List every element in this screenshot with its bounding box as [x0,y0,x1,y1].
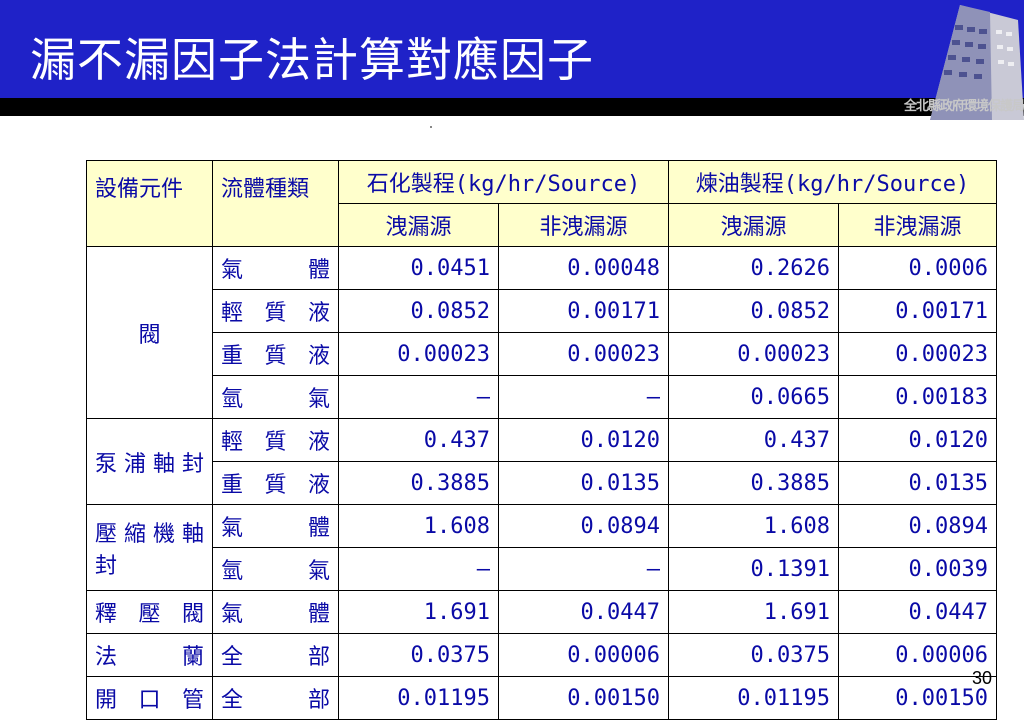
value-cell: 1.608 [338,504,499,548]
header-petrochem: 石化製程(kg/hr/Source) [338,160,669,204]
value-cell: 0.0135 [838,461,997,505]
table-row: 開口管 全部 0.01195 0.00150 0.01195 0.00150 [86,676,997,720]
value-cell: 0.01195 [668,676,839,720]
header-fluid-type: 流體種類 [212,160,339,247]
stray-dot [430,126,432,128]
value-cell: 0.00150 [498,676,669,720]
value-cell: 0.00023 [498,332,669,376]
value-cell: 0.2626 [668,246,839,290]
fluid-cell: 重質液 [212,461,339,505]
value-cell: 0.0375 [668,633,839,677]
table-row: 釋壓閥 氣 體 1.691 0.0447 1.691 0.0447 [86,590,997,634]
value-cell: 0.0852 [338,289,499,333]
value-cell: 0.0894 [498,504,669,548]
value-cell: 0.3885 [668,461,839,505]
table-row: 重質液 0.00023 0.00023 0.00023 0.00023 [87,332,997,376]
value-cell: 0.0447 [838,590,997,634]
header-refining: 煉油製程(kg/hr/Source) [668,160,997,204]
logo-caption: 全北縣政府環境保護局 [903,99,1024,114]
value-cell: 0.0447 [498,590,669,634]
title-bar: 漏不漏因子法計算對應因子 [0,0,1024,98]
value-cell: 0.1391 [668,547,839,591]
header-refining-nonleak: 非洩漏源 [838,203,997,247]
value-cell: 1.608 [668,504,839,548]
page-number: 30 [972,668,993,688]
value-cell: 0.0120 [498,418,669,462]
equipment-cell: 閥 [86,246,213,419]
value-cell: 0.0852 [668,289,839,333]
value-cell: 1.691 [668,590,839,634]
fluid-cell: 全部 [212,633,339,677]
value-cell: 0.0039 [838,547,997,591]
fluid-cell: 氣 體 [212,590,339,634]
value-cell: — [338,375,499,419]
value-cell: 0.0665 [668,375,839,419]
header-petrochem-leak: 洩漏源 [338,203,499,247]
value-cell: 0.0451 [338,246,499,290]
value-cell: 0.0894 [838,504,997,548]
value-cell: 0.0006 [838,246,997,290]
value-cell: 0.01195 [338,676,499,720]
table-row: 壓縮機軸封 氣 體 1.608 0.0894 1.608 0.0894 [86,504,997,591]
header-petrochem-nonleak: 非洩漏源 [498,203,669,247]
value-cell: 0.00171 [838,289,997,333]
fluid-cell: 氣 體 [212,504,339,548]
table-row: 氫 氣 — — 0.0665 0.00183 [87,375,997,419]
value-cell: 0.00183 [838,375,997,419]
header-equipment: 設備元件 [86,160,213,247]
value-cell: 0.0375 [338,633,499,677]
value-cell: 0.00048 [498,246,669,290]
table-row: 泵浦軸封 輕質液 0.437 0.0120 0.437 0.0120 [86,418,997,505]
fluid-cell: 全部 [212,676,339,720]
value-cell: 0.00023 [838,332,997,376]
value-cell: 0.00023 [668,332,839,376]
value-cell: 0.0120 [838,418,997,462]
value-cell: — [498,547,669,591]
fluid-cell: 氫 氣 [212,375,339,419]
fluid-cell: 氫 氣 [212,547,339,591]
value-cell: 0.0135 [498,461,669,505]
value-cell: 0.437 [668,418,839,462]
value-cell: — [338,547,499,591]
value-cell: 0.00023 [338,332,499,376]
table-row: 重質液 0.3885 0.0135 0.3885 0.0135 [87,461,997,505]
header-refining-leak: 洩漏源 [668,203,839,247]
emission-factor-table: 設備元件 流體種類 石化製程(kg/hr/Source) 煉油製程(kg/hr/… [86,160,997,720]
fluid-cell: 輕質液 [212,289,339,333]
table-row: 輕質液 0.0852 0.00171 0.0852 0.00171 [87,289,997,333]
table-row: 法蘭 全部 0.0375 0.00006 0.0375 0.00006 [86,633,997,677]
equipment-cell: 壓縮機軸封 [86,504,213,591]
value-cell: 0.00006 [498,633,669,677]
fluid-cell: 重質液 [212,332,339,376]
slide-title: 漏不漏因子法計算對應因子 [30,33,594,87]
table-row: 氫 氣 — — 0.1391 0.0039 [87,547,997,591]
value-cell: 0.437 [338,418,499,462]
equipment-cell: 開口管 [86,676,213,720]
fluid-cell: 氣 體 [212,246,339,290]
value-cell: — [498,375,669,419]
equipment-cell: 泵浦軸封 [86,418,213,505]
equipment-cell: 法蘭 [86,633,213,677]
value-cell: 1.691 [338,590,499,634]
fluid-cell: 輕質液 [212,418,339,462]
value-cell: 0.3885 [338,461,499,505]
equipment-cell: 釋壓閥 [86,590,213,634]
table-row: 閥 氣 體 0.0451 0.00048 0.2626 0.0006 [86,246,997,419]
value-cell: 0.00171 [498,289,669,333]
